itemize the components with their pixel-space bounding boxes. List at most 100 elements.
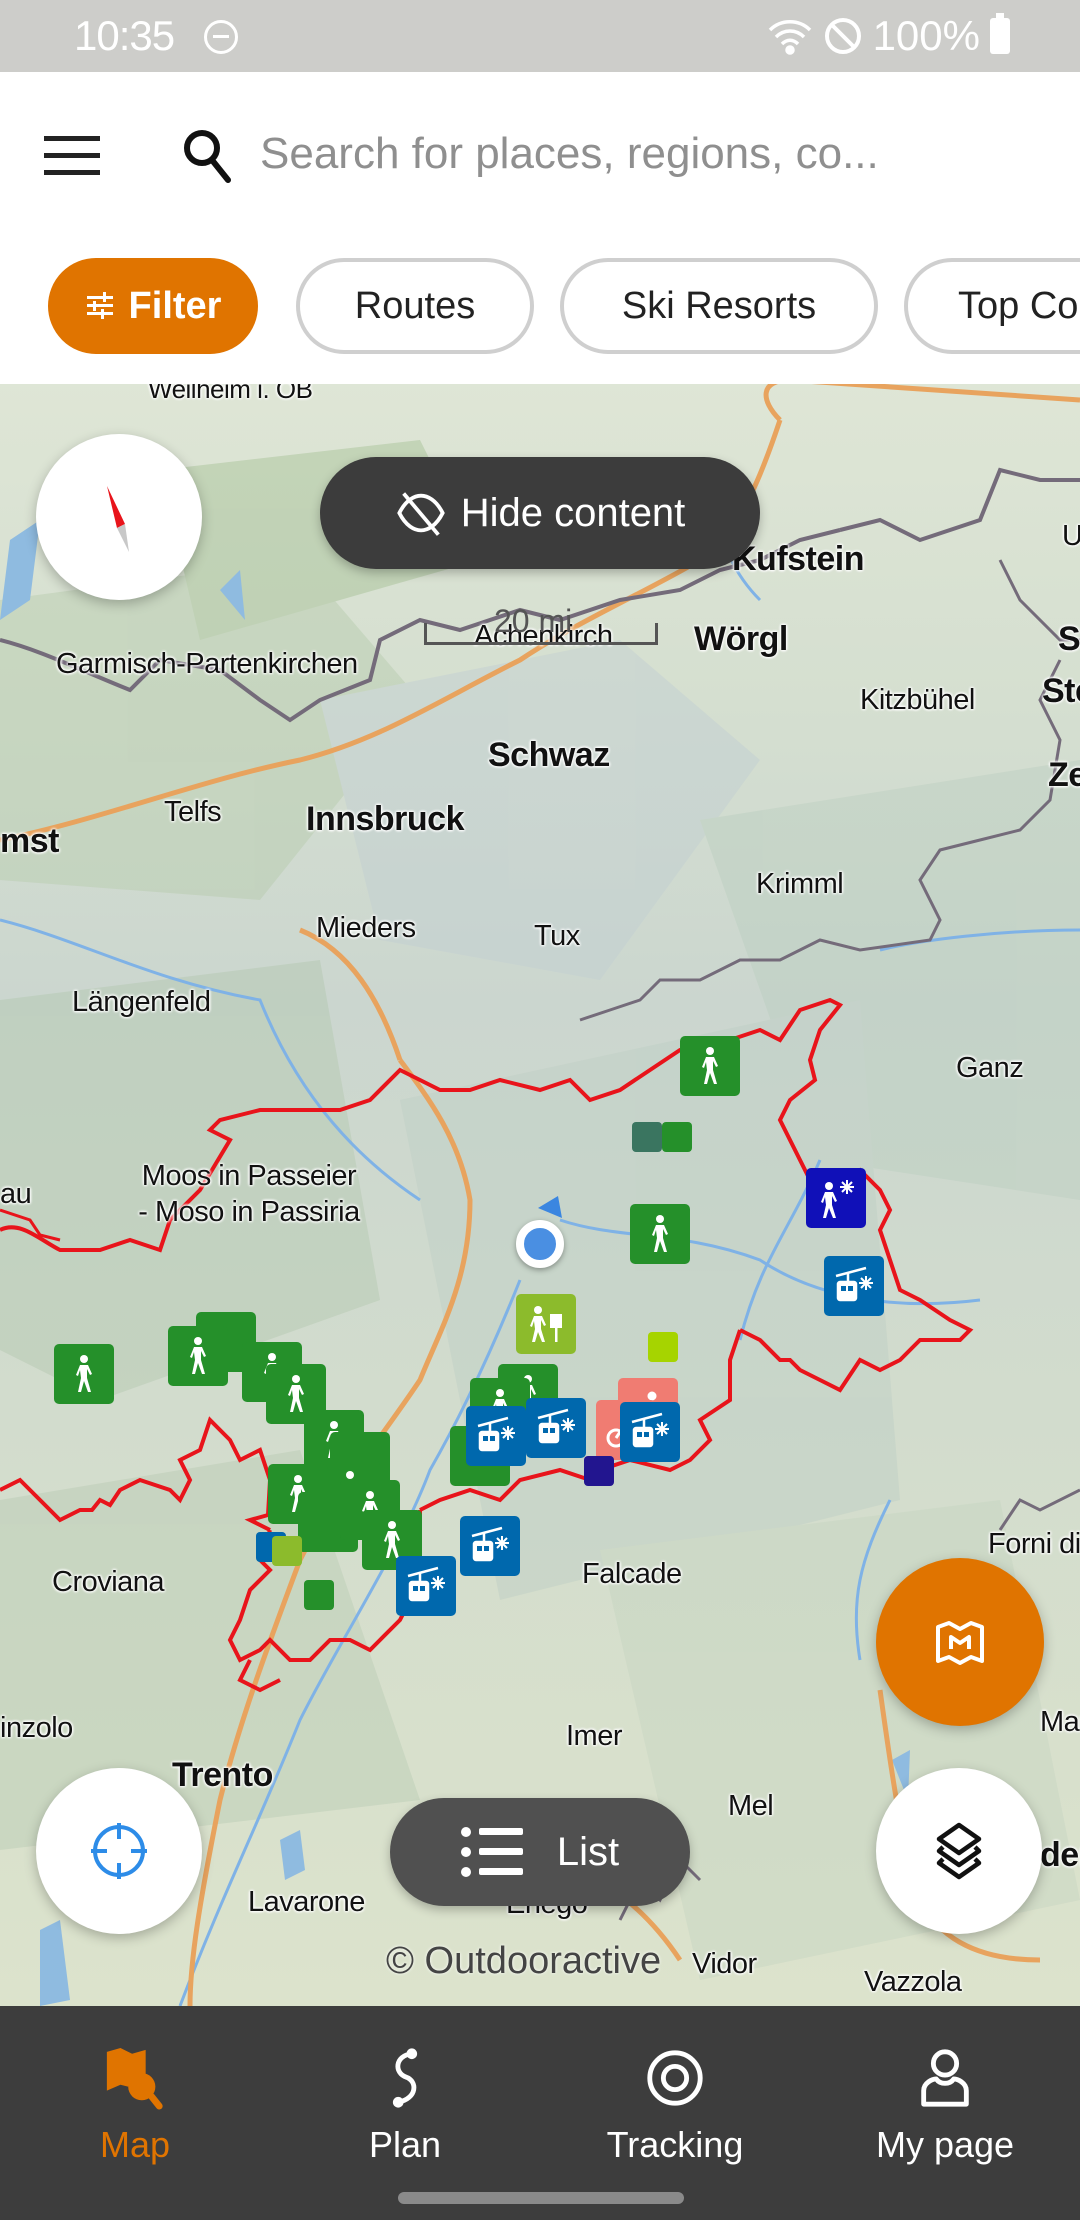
place-label: Vidor bbox=[692, 1948, 757, 1980]
hide-content-label: Hide content bbox=[460, 490, 686, 535]
hiker-icon bbox=[702, 1047, 718, 1084]
place-label: Imer bbox=[566, 1720, 623, 1752]
ski-resorts-chip-label: Ski Resorts bbox=[621, 284, 817, 327]
ski-lift-icon bbox=[477, 1416, 515, 1452]
scale-label: 20 mi bbox=[494, 603, 573, 639]
poi-marker-teal[interactable] bbox=[632, 1122, 662, 1152]
place-label: Forni di bbox=[988, 1528, 1080, 1560]
list-button[interactable]: List bbox=[390, 1798, 690, 1906]
route-plan-icon bbox=[392, 2048, 418, 2108]
filter-chips: Filter Routes Ski Resorts Top Co bbox=[0, 258, 1080, 358]
place-label: Falcade bbox=[582, 1558, 682, 1590]
poi-marker-hiking[interactable] bbox=[168, 1326, 228, 1386]
place-label: Mieders bbox=[316, 912, 416, 944]
tracking-target-icon bbox=[647, 2050, 703, 2106]
hamburger-menu-icon[interactable] bbox=[44, 136, 100, 176]
hide-content-button[interactable]: Hide content bbox=[320, 457, 760, 569]
poi-marker-hiking[interactable] bbox=[662, 1122, 692, 1152]
nav-plan-label: Plan bbox=[368, 2124, 442, 2165]
status-bar: 10:35 100% bbox=[0, 0, 1080, 72]
poi-marker-hiking[interactable] bbox=[680, 1036, 740, 1096]
ski-lift-icon bbox=[471, 1526, 509, 1562]
ski-lift-icon bbox=[537, 1408, 575, 1444]
place-label: Schwaz bbox=[488, 736, 610, 774]
place-label: Längenfeld bbox=[72, 986, 211, 1018]
theme-trail-icon bbox=[530, 1306, 562, 1342]
poi-marker-theme-trail[interactable] bbox=[272, 1536, 302, 1566]
place-label: Moos in Passeier - Moso in Passiria bbox=[138, 1160, 360, 1228]
place-label: Mar bbox=[1040, 1706, 1080, 1738]
place-label: Mel bbox=[728, 1790, 774, 1822]
poi-marker-hiking[interactable] bbox=[54, 1344, 114, 1404]
locate-me-button[interactable] bbox=[36, 1768, 202, 1934]
place-label: Garmisch-Partenkirchen bbox=[56, 648, 358, 680]
place-label: der bbox=[1040, 1836, 1080, 1874]
place-label: Vazzola bbox=[864, 1966, 962, 1998]
place-label: Kufstein bbox=[732, 540, 865, 578]
place-label: inzolo bbox=[0, 1712, 73, 1744]
routes-chip-label: Routes bbox=[354, 284, 476, 327]
blocked-icon bbox=[824, 18, 861, 54]
poi-marker-winter-hiking[interactable] bbox=[806, 1168, 866, 1228]
place-label: mst bbox=[0, 822, 59, 860]
eye-off-icon bbox=[396, 492, 445, 536]
map-copyright: © Outdooractive bbox=[386, 1940, 662, 1982]
poi-marker-ski-lift[interactable] bbox=[466, 1406, 526, 1466]
crosshair-locate-icon bbox=[91, 1823, 147, 1879]
compass-button[interactable] bbox=[36, 434, 202, 600]
status-time: 10:35 bbox=[74, 12, 175, 59]
poi-marker-ski-lift[interactable] bbox=[526, 1398, 586, 1458]
poi-marker-hiking[interactable] bbox=[630, 1204, 690, 1264]
ski-resorts-chip[interactable]: Ski Resorts bbox=[560, 258, 878, 354]
place-label: Innsbruck bbox=[306, 800, 464, 838]
place-label: Trento bbox=[172, 1756, 273, 1794]
compass-icon bbox=[107, 486, 129, 552]
poi-marker-navy[interactable] bbox=[584, 1456, 614, 1486]
place-label: Ste bbox=[1042, 672, 1080, 710]
search-input[interactable] bbox=[260, 116, 1050, 192]
hiker-icon bbox=[190, 1337, 206, 1374]
map-layers-button[interactable] bbox=[876, 1768, 1042, 1934]
place-label: Croviana bbox=[52, 1566, 165, 1598]
wifi-icon bbox=[768, 20, 811, 55]
list-label: List bbox=[556, 1829, 620, 1874]
list-icon bbox=[460, 1827, 523, 1877]
poi-marker-theme-trail[interactable] bbox=[516, 1294, 576, 1354]
place-label: Kitzbühel bbox=[860, 684, 975, 716]
place-label: Tux bbox=[534, 920, 580, 952]
winter-hiking-icon bbox=[821, 1180, 854, 1218]
ski-lift-icon bbox=[407, 1566, 445, 1602]
home-indicator[interactable] bbox=[398, 2192, 684, 2204]
top-co-chip[interactable]: Top Co bbox=[904, 258, 1080, 354]
nav-map[interactable]: Map bbox=[0, 2026, 270, 2166]
poi-marker-hiking[interactable] bbox=[304, 1580, 334, 1610]
nav-my-page[interactable]: My page bbox=[810, 2026, 1080, 2166]
nav-tracking-label: Tracking bbox=[606, 2124, 744, 2165]
do-not-disturb-icon bbox=[204, 20, 238, 54]
poi-marker-ski-lift[interactable] bbox=[396, 1556, 456, 1616]
top-co-chip-label: Top Co bbox=[958, 284, 1079, 327]
layers-icon bbox=[936, 1822, 982, 1880]
poi-marker-ski-lift[interactable] bbox=[620, 1402, 680, 1462]
place-label: au bbox=[0, 1178, 32, 1210]
nav-plan[interactable]: Plan bbox=[270, 2026, 540, 2166]
hiker-icon bbox=[76, 1355, 92, 1392]
poi-marker-lime[interactable] bbox=[648, 1332, 678, 1362]
nav-tracking[interactable]: Tracking bbox=[540, 2026, 810, 2166]
bottom-navigation: Map Plan Tracking My page bbox=[0, 2006, 1080, 2220]
place-label: U bbox=[1062, 520, 1080, 552]
poi-marker-ski-lift[interactable] bbox=[824, 1256, 884, 1316]
search-icon bbox=[184, 130, 231, 183]
place-label: Ze bbox=[1048, 756, 1080, 794]
map-book-button[interactable] bbox=[876, 1558, 1044, 1726]
search-header: Filter Routes Ski Resorts Top Co bbox=[0, 72, 1080, 384]
routes-chip[interactable]: Routes bbox=[296, 258, 534, 354]
poi-marker-ski-lift[interactable] bbox=[460, 1516, 520, 1576]
user-location-dot[interactable] bbox=[516, 1220, 564, 1268]
nav-map-label: Map bbox=[99, 2124, 171, 2165]
ski-lift-icon bbox=[835, 1266, 873, 1302]
heading-arrow-icon bbox=[538, 1196, 562, 1218]
filter-chip[interactable]: Filter bbox=[48, 258, 258, 354]
place-label: Sa bbox=[1058, 620, 1080, 658]
place-label: Krimml bbox=[756, 868, 844, 900]
